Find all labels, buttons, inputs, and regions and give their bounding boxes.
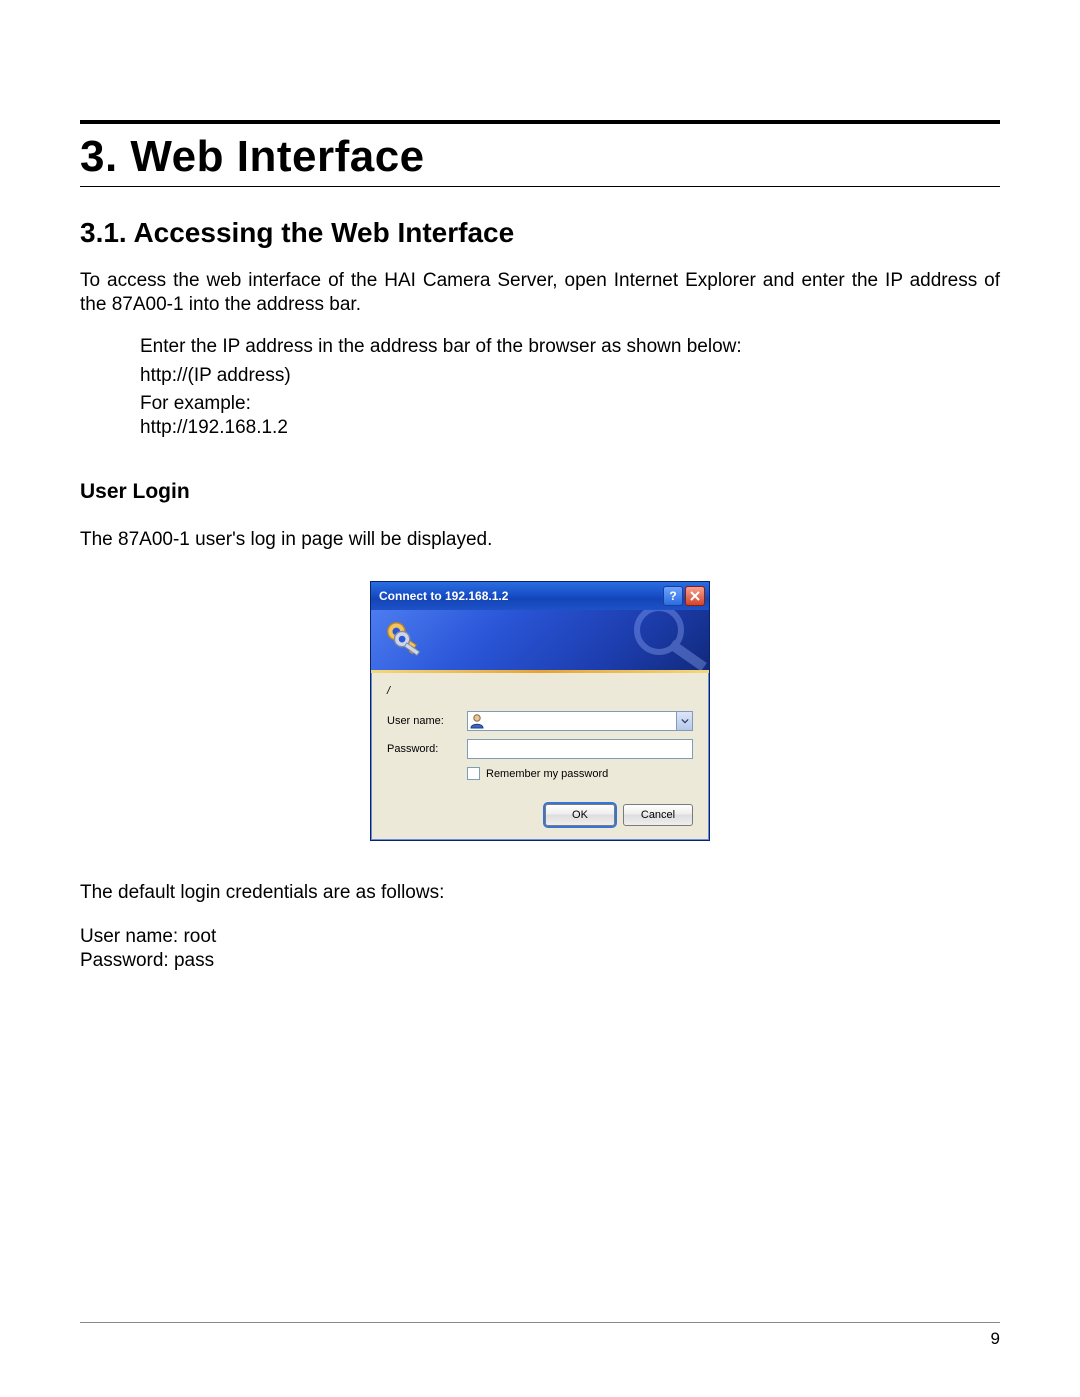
default-password: Password: pass [80,949,1000,973]
credentials-dialog: Connect to 192.168.1.2 ? [370,581,710,841]
help-button[interactable]: ? [663,586,683,606]
password-row: Password: [387,739,693,759]
ok-button-label: OK [572,809,588,821]
help-icon: ? [669,589,676,603]
close-button[interactable] [685,586,705,606]
example-url: http://192.168.1.2 [140,416,1000,440]
keys-background-icon [589,610,709,670]
page-number: 9 [80,1329,1000,1349]
remember-checkbox[interactable]: Remember my password [467,767,693,780]
chevron-down-icon[interactable] [676,712,692,730]
dialog-banner [371,610,709,670]
cancel-button[interactable]: Cancel [623,804,693,826]
dialog-figure: Connect to 192.168.1.2 ? [80,581,1000,841]
user-icon [469,713,485,729]
footer-rule [80,1322,1000,1323]
password-input[interactable] [467,739,693,759]
username-input[interactable] [467,711,693,731]
user-login-desc: The 87A00-1 user's log in page will be d… [80,528,1000,552]
username-combo[interactable] [467,711,693,731]
intro-paragraph: To access the web interface of the HAI C… [80,269,1000,317]
page-footer: 9 [80,1322,1000,1349]
default-username: User name: root [80,925,1000,949]
example-label: For example: [140,392,1000,416]
username-row: User name: [387,711,693,731]
remember-label: Remember my password [486,768,608,780]
default-creds-intro: The default login credentials are as fol… [80,881,1000,905]
keys-icon [381,618,427,664]
user-login-heading: User Login [80,480,1000,504]
username-label: User name: [387,715,467,727]
instruction-line: Enter the IP address in the address bar … [140,335,1000,359]
document-page: 3. Web Interface 3.1. Accessing the Web … [0,0,1080,1397]
dialog-button-row: OK Cancel [387,804,693,826]
rule-under-title [80,186,1000,187]
section-title: 3.1. Accessing the Web Interface [80,217,1000,249]
dialog-title: Connect to 192.168.1.2 [379,589,661,603]
checkbox-box[interactable] [467,767,480,780]
url-template: http://(IP address) [140,364,1000,388]
dialog-body: / User name: Passwo [371,673,709,840]
cancel-button-label: Cancel [641,809,675,821]
chapter-title: 3. Web Interface [80,132,1000,182]
ok-button[interactable]: OK [545,804,615,826]
password-label: Password: [387,743,467,755]
dialog-realm: / [387,685,693,697]
rule-top [80,120,1000,124]
close-icon [690,591,700,601]
instruction-block: Enter the IP address in the address bar … [140,335,1000,440]
dialog-titlebar[interactable]: Connect to 192.168.1.2 ? [371,582,709,610]
